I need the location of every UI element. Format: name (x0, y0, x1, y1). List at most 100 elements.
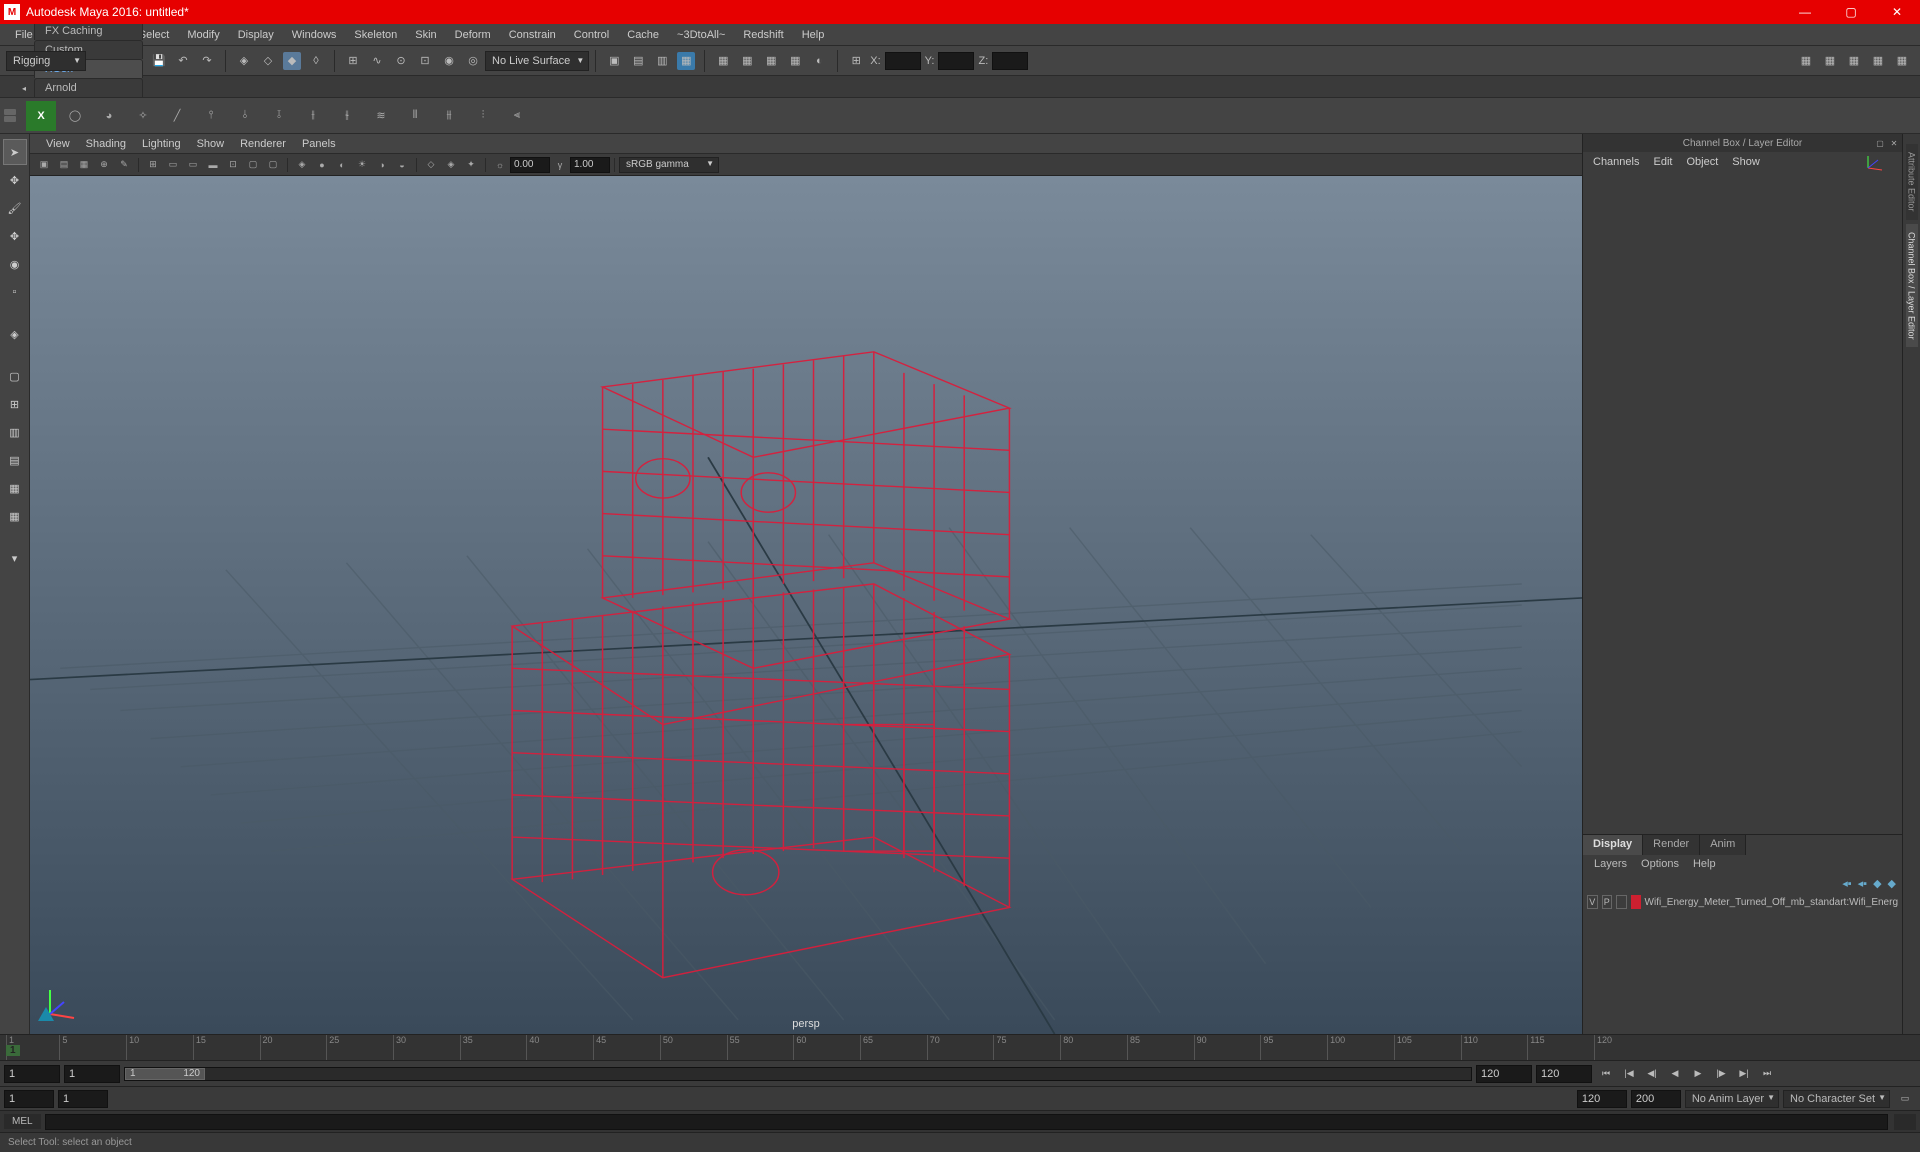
current-time-marker[interactable]: 1 (6, 1045, 20, 1056)
xgen-tool-d-icon[interactable]: ⫲ (298, 101, 328, 131)
pt-safe-action-icon[interactable]: ▢ (245, 157, 261, 173)
render-region-icon[interactable]: ▦ (762, 52, 780, 70)
pt-wireframe-icon[interactable]: ◈ (294, 157, 310, 173)
render-seq-icon[interactable]: ◐ (810, 52, 828, 70)
channel-box-toggle-icon[interactable]: ▦ (1893, 52, 1911, 70)
scale-tool[interactable]: ▫ (3, 279, 27, 305)
xgen-x-icon[interactable]: X (26, 101, 56, 131)
pt-shadows-icon[interactable]: ◑ (374, 157, 390, 173)
menu-constrain[interactable]: Constrain (500, 27, 565, 43)
menu-help[interactable]: Help (793, 27, 834, 43)
go-start-button[interactable]: ⏮ (1596, 1064, 1616, 1082)
pt-select-camera-icon[interactable]: ▣ (36, 157, 52, 173)
layout-two-h-icon[interactable]: ▤ (3, 447, 27, 473)
pt-textured-icon[interactable]: ◐ (334, 157, 350, 173)
shelf-menu-icon[interactable]: ◂ (18, 79, 30, 97)
xgen-tool-a-icon[interactable]: ⫯ (196, 101, 226, 131)
hypershade-icon[interactable]: ▦ (1821, 52, 1839, 70)
menu-skin[interactable]: Skin (406, 27, 445, 43)
select-tool[interactable]: ➤ (3, 139, 27, 165)
select-template-icon[interactable]: ◊ (307, 52, 325, 70)
anim-layer-dropdown[interactable]: No Anim Layer▼ (1685, 1090, 1779, 1108)
attribute-editor-toggle-icon[interactable]: ▦ (1845, 52, 1863, 70)
cb-menu-edit[interactable]: Edit (1647, 155, 1678, 169)
layer-menu-help[interactable]: Help (1686, 857, 1723, 871)
panel-menu-show[interactable]: Show (189, 137, 233, 151)
undo-icon[interactable]: ↶ (174, 52, 192, 70)
pt-ao-icon[interactable]: ◒ (394, 157, 410, 173)
cb-menu-object[interactable]: Object (1680, 155, 1724, 169)
layer-playback-toggle[interactable]: P (1602, 895, 1613, 909)
isolate-c-icon[interactable]: ▥ (653, 52, 671, 70)
pt-field-chart-icon[interactable]: ⊡ (225, 157, 241, 173)
step-fwd-key-button[interactable]: ▶| (1734, 1064, 1754, 1082)
range-start-outer[interactable] (4, 1065, 60, 1083)
layout-outliner-icon[interactable]: ▦ (3, 503, 27, 529)
play-fwd-button[interactable]: ▶ (1688, 1064, 1708, 1082)
xyz-icon[interactable]: ⊞ (847, 52, 865, 70)
isolate-d-icon[interactable]: ▦ (677, 52, 695, 70)
pt-grease-icon[interactable]: ✎ (116, 157, 132, 173)
rotate-tool[interactable]: ◉ (3, 251, 27, 277)
pt-safe-title-icon[interactable]: ▢ (265, 157, 281, 173)
layer-visibility-toggle[interactable]: V (1587, 895, 1598, 909)
shelf-tab-arnold[interactable]: Arnold (34, 78, 143, 97)
range-start-inner[interactable] (64, 1065, 120, 1083)
pt-film-gate-icon[interactable]: ▭ (165, 157, 181, 173)
panel-menu-view[interactable]: View (38, 137, 78, 151)
xgen-tool-h-icon[interactable]: ⫵ (434, 101, 464, 131)
layout-more-icon[interactable]: ▾ (3, 545, 27, 571)
xgen-create-icon[interactable]: ◯ (60, 101, 90, 131)
layer-new-selected-icon[interactable]: ◆ (1888, 877, 1896, 890)
module-selector[interactable]: Rigging▼ (6, 51, 86, 71)
pt-xray-icon[interactable]: ◈ (443, 157, 459, 173)
last-tool[interactable]: ◈ (3, 321, 27, 347)
snap-curve-icon[interactable]: ∿ (368, 52, 386, 70)
layout-three-icon[interactable]: ▦ (3, 475, 27, 501)
snap-point-icon[interactable]: ⊙ (392, 52, 410, 70)
pt-gamma-field[interactable] (570, 157, 610, 173)
menu-control[interactable]: Control (565, 27, 618, 43)
viewport[interactable]: persp (30, 176, 1582, 1034)
range-slider[interactable]: 1 120 (124, 1067, 1472, 1081)
modeling-toolkit-icon[interactable]: ▦ (1797, 52, 1815, 70)
layer-tab-display[interactable]: Display (1583, 835, 1643, 855)
cb-menu-show[interactable]: Show (1726, 155, 1766, 169)
range-end-outer[interactable] (1536, 1065, 1592, 1083)
xgen-paint-icon[interactable]: ◕ (94, 101, 124, 131)
pt-grid-icon[interactable]: ⊞ (145, 157, 161, 173)
isolate-a-icon[interactable]: ▣ (605, 52, 623, 70)
ipr-icon[interactable]: ▦ (738, 52, 756, 70)
side-tab-attribute-editor[interactable]: Attribute Editor (1906, 144, 1918, 220)
lasso-tool[interactable]: ✥ (3, 167, 27, 193)
layer-new-empty-icon[interactable]: ◆ (1873, 877, 1881, 890)
move-tool[interactable]: ✥ (3, 223, 27, 249)
menu-modify[interactable]: Modify (178, 27, 228, 43)
panel-close-icon[interactable]: ✕ (1888, 137, 1900, 149)
redo-icon[interactable]: ↷ (198, 52, 216, 70)
save-scene-icon[interactable]: 💾 (150, 52, 168, 70)
time-slider[interactable]: 1510152025303540455055606570758085909510… (0, 1034, 1920, 1060)
menu-windows[interactable]: Windows (283, 27, 346, 43)
live-surface-dropdown[interactable]: No Live Surface▼ (485, 51, 589, 71)
play-back-button[interactable]: ◀ (1665, 1064, 1685, 1082)
pt-colorspace-dropdown[interactable]: sRGB gamma ▼ (619, 157, 719, 173)
panel-menu-panels[interactable]: Panels (294, 137, 344, 151)
command-input[interactable] (45, 1114, 1888, 1130)
isolate-b-icon[interactable]: ▤ (629, 52, 647, 70)
panel-undock-icon[interactable]: ▢ (1874, 137, 1886, 149)
render-frame-icon[interactable]: ▦ (714, 52, 732, 70)
snap-grid-icon[interactable]: ⊞ (344, 52, 362, 70)
xgen-tool-g-icon[interactable]: ⫴ (400, 101, 430, 131)
render-settings-icon[interactable]: ▦ (786, 52, 804, 70)
layout-four-icon[interactable]: ⊞ (3, 391, 27, 417)
y-field[interactable] (938, 52, 974, 70)
cb-menu-channels[interactable]: Channels (1587, 155, 1645, 169)
panel-menu-lighting[interactable]: Lighting (134, 137, 189, 151)
range-thumb[interactable]: 1 120 (125, 1068, 205, 1080)
pt-res-gate-icon[interactable]: ▭ (185, 157, 201, 173)
panel-menu-shading[interactable]: Shading (78, 137, 134, 151)
layer-tab-anim[interactable]: Anim (1700, 835, 1746, 855)
x-field[interactable] (885, 52, 921, 70)
select-component-icon[interactable]: ◆ (283, 52, 301, 70)
